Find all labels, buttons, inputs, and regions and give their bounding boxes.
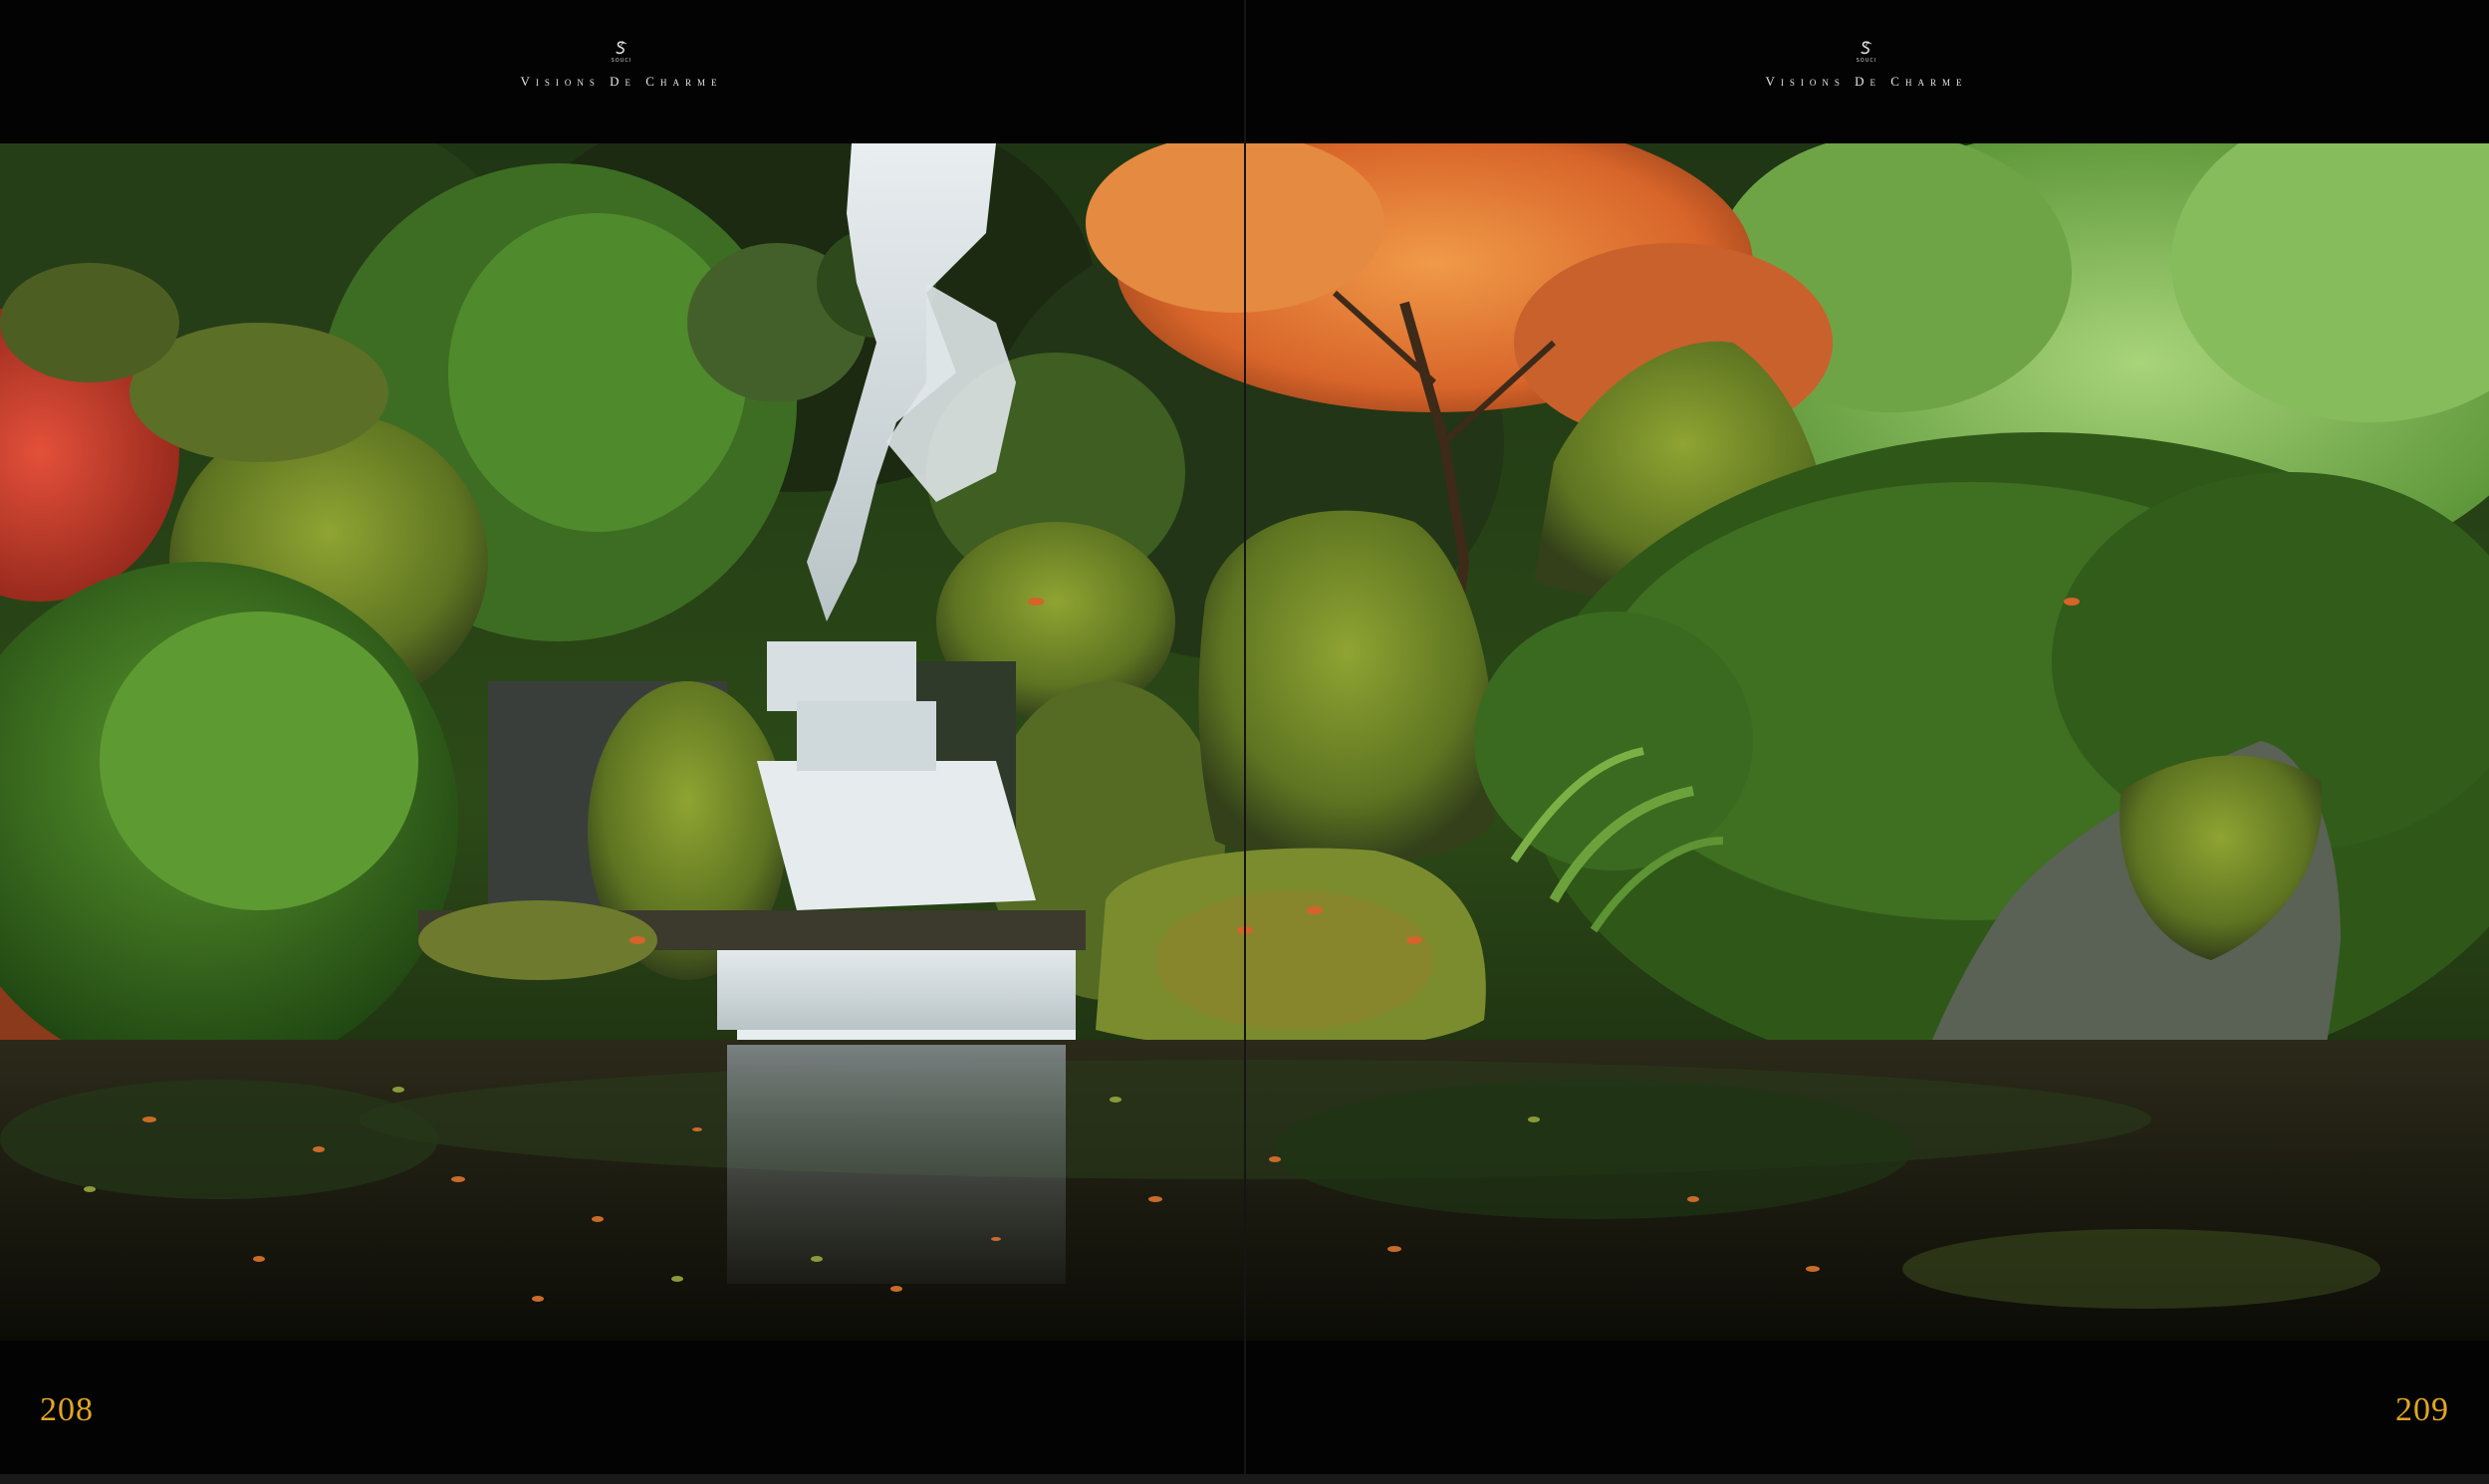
brand-wordmark: SOUCI xyxy=(1856,58,1877,64)
header-tagline: Visions De Charme xyxy=(520,74,723,89)
book-spread: SOUCI Visions De Charme SOUCI Visions De… xyxy=(0,0,2489,1484)
right-page-header: SOUCI Visions De Charme xyxy=(1667,40,2066,90)
brand-logo-icon xyxy=(1861,41,1872,55)
page-bottom-edge xyxy=(0,1474,2489,1484)
page-number-right: 209 xyxy=(2395,1391,2449,1428)
header-tagline: Visions De Charme xyxy=(1765,74,1968,89)
page-gutter xyxy=(1244,0,1246,1484)
left-page-header: SOUCI Visions De Charme xyxy=(422,40,821,90)
brand-wordmark: SOUCI xyxy=(611,58,632,64)
page-number-left: 208 xyxy=(40,1391,94,1428)
brand-logo-icon xyxy=(616,41,627,55)
